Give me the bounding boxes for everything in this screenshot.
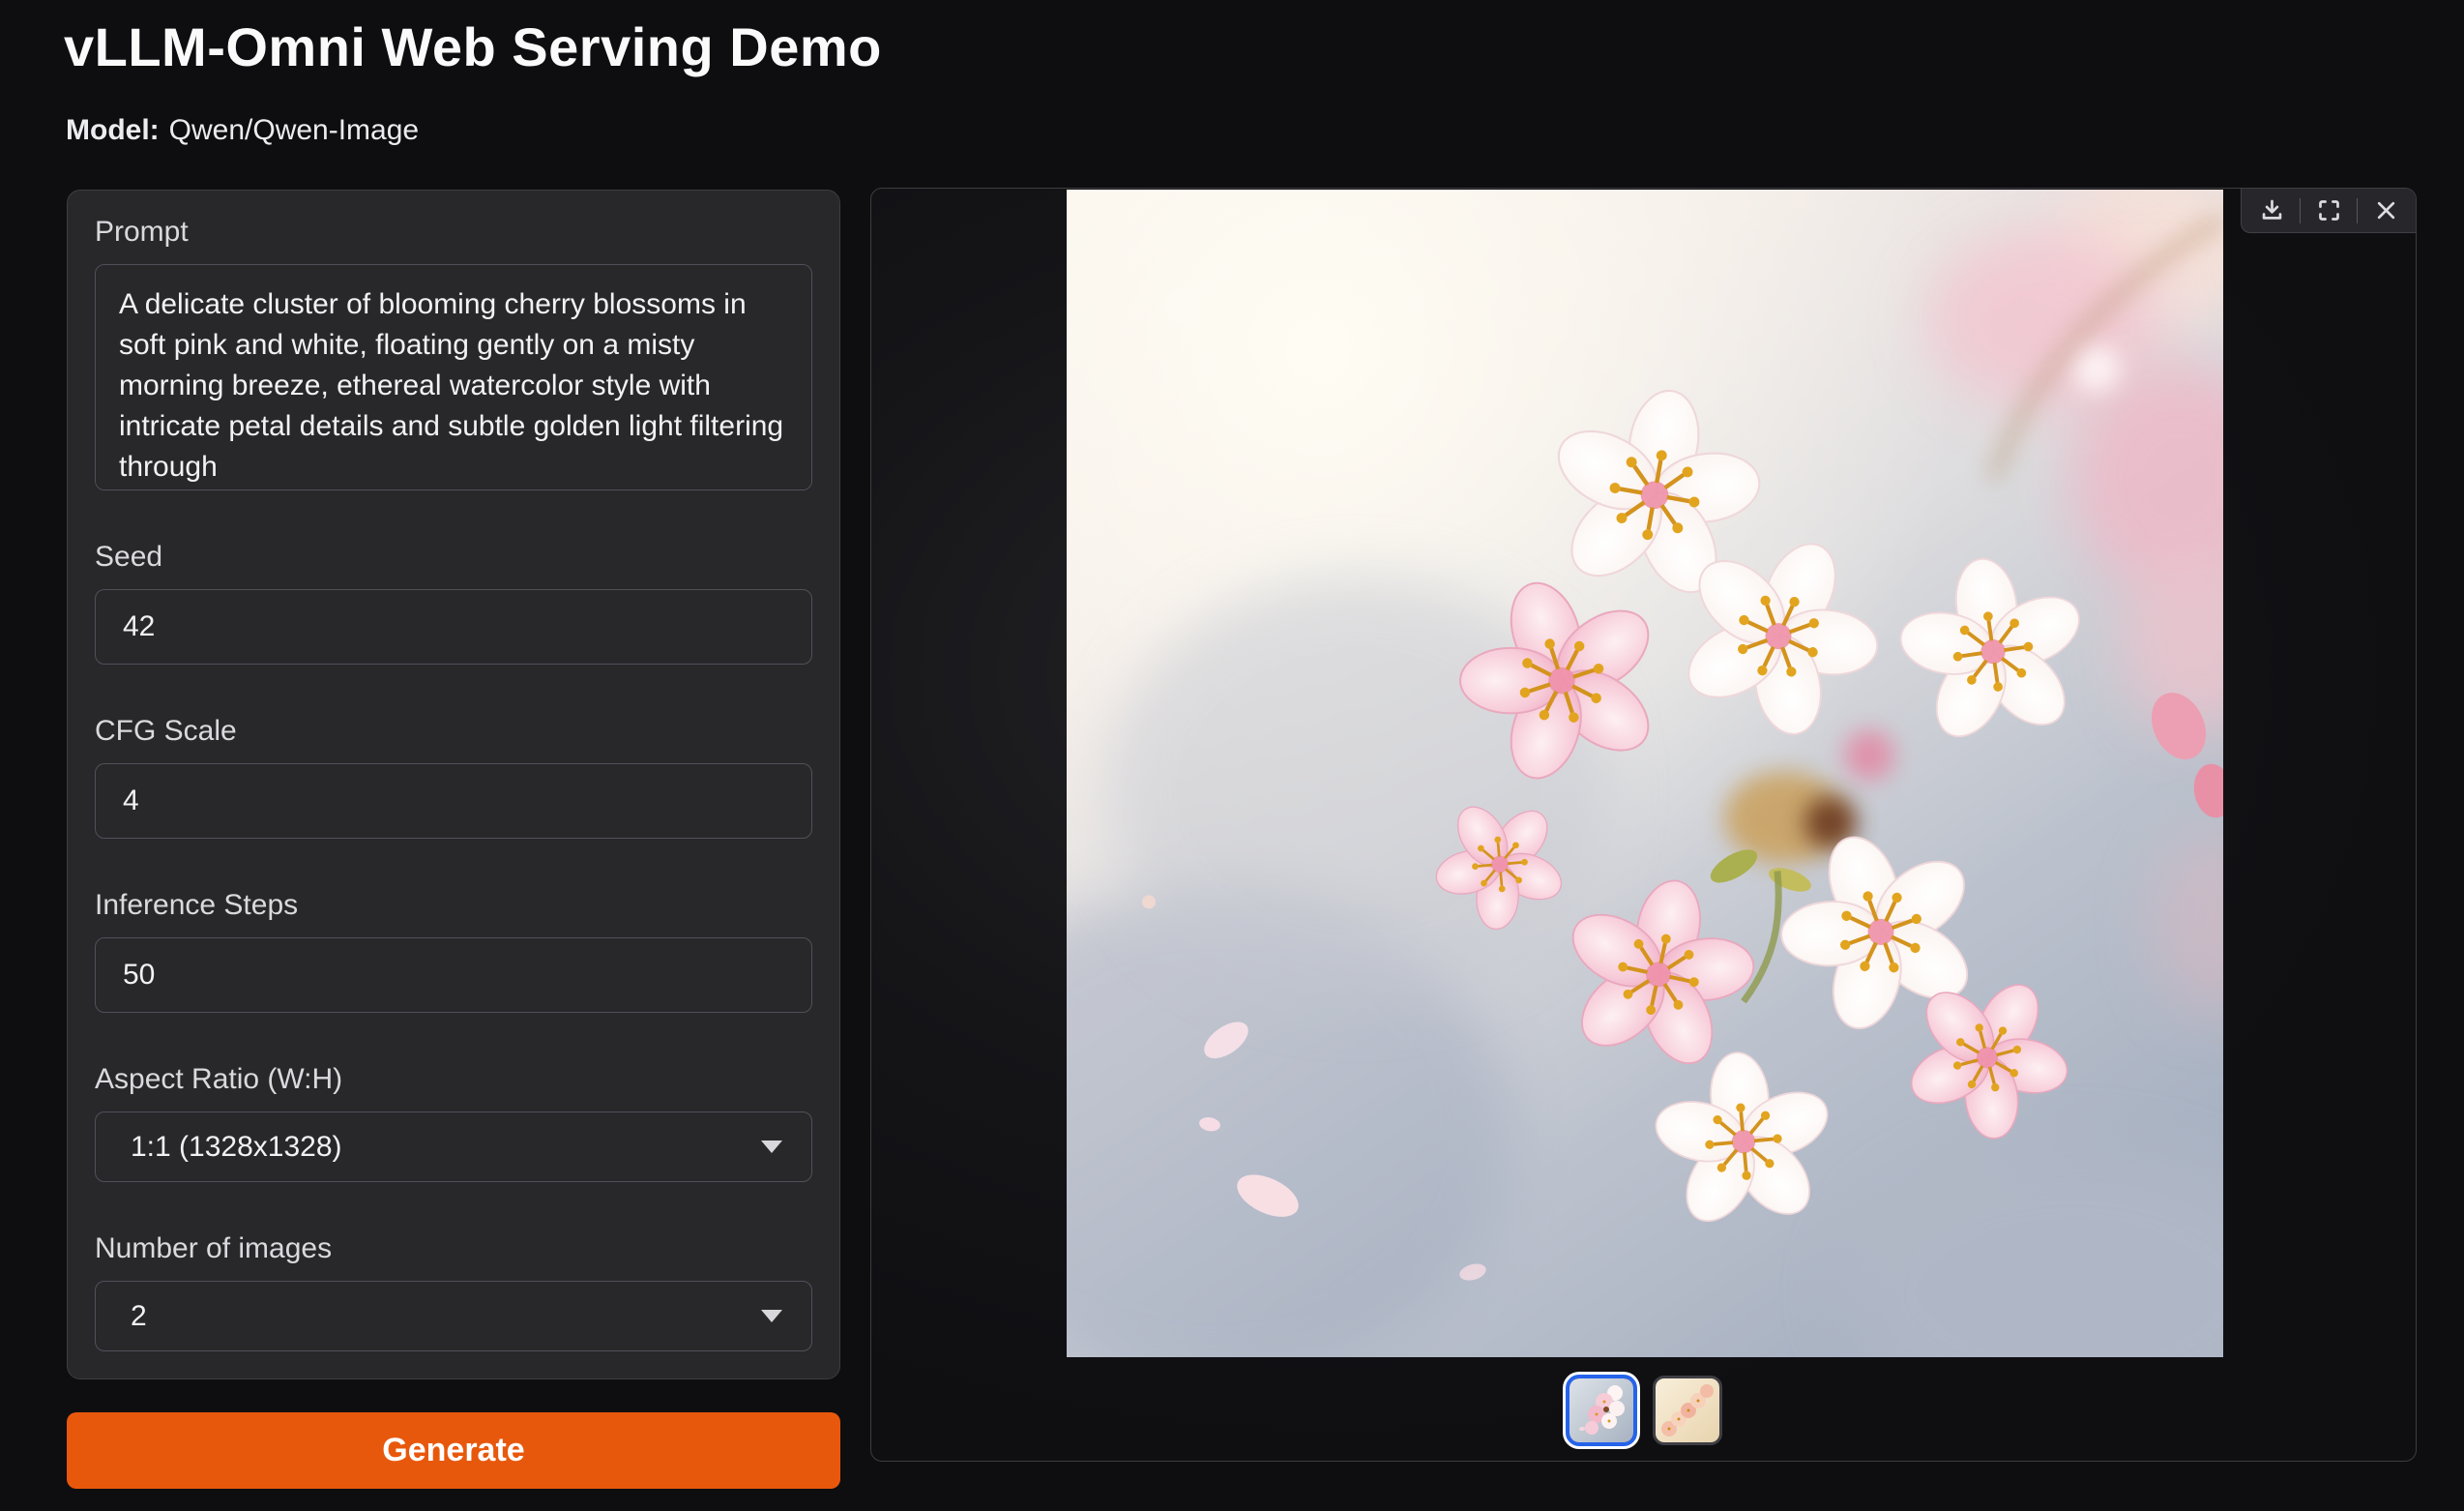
aspect-ratio-field: Aspect Ratio (W:H) 1:1 (1328x1328) bbox=[95, 1063, 812, 1182]
num-images-select[interactable]: 2 bbox=[95, 1281, 812, 1351]
num-images-value: 2 bbox=[131, 1300, 147, 1333]
close-icon bbox=[2373, 197, 2399, 223]
download-icon bbox=[2259, 197, 2285, 223]
toolbar-divider bbox=[2300, 198, 2301, 223]
close-button[interactable] bbox=[2363, 190, 2408, 232]
chevron-down-icon bbox=[761, 1310, 782, 1322]
thumbnail-strip bbox=[871, 1375, 2416, 1446]
seed-input[interactable] bbox=[95, 589, 812, 665]
generation-form-panel: Prompt A delicate cluster of blooming ch… bbox=[67, 190, 840, 1379]
seed-label: Seed bbox=[95, 541, 812, 574]
generate-button[interactable]: Generate bbox=[67, 1412, 840, 1489]
prompt-label: Prompt bbox=[95, 216, 812, 249]
cfg-scale-label: CFG Scale bbox=[95, 715, 812, 748]
num-images-field: Number of images 2 bbox=[95, 1232, 812, 1351]
toolbar-divider bbox=[2357, 198, 2358, 223]
page-title: vLLM-Omni Web Serving Demo bbox=[64, 15, 882, 78]
prompt-input[interactable]: A delicate cluster of blooming cherry bl… bbox=[95, 264, 812, 490]
aspect-ratio-label: Aspect Ratio (W:H) bbox=[95, 1063, 812, 1096]
app-window: vLLM-Omni Web Serving Demo Model: Qwen/Qw… bbox=[0, 0, 2464, 1511]
model-label: Model: bbox=[66, 114, 160, 146]
image-viewer-panel bbox=[870, 188, 2417, 1462]
inference-steps-field: Inference Steps bbox=[95, 889, 812, 1013]
download-button[interactable] bbox=[2249, 190, 2294, 232]
model-info: Model: Qwen/Qwen-Image bbox=[66, 114, 419, 147]
cfg-scale-field: CFG Scale bbox=[95, 715, 812, 839]
generated-image[interactable] bbox=[1067, 190, 2223, 1357]
num-images-label: Number of images bbox=[95, 1232, 812, 1265]
inference-steps-input[interactable] bbox=[95, 937, 812, 1013]
cfg-scale-input[interactable] bbox=[95, 763, 812, 839]
thumbnail-result-2[interactable] bbox=[1653, 1376, 1722, 1445]
image-toolbar bbox=[2241, 189, 2416, 233]
model-value: Qwen/Qwen-Image bbox=[169, 114, 419, 146]
thumbnail-result-1[interactable] bbox=[1566, 1375, 1637, 1446]
aspect-ratio-select[interactable]: 1:1 (1328x1328) bbox=[95, 1111, 812, 1182]
fullscreen-icon bbox=[2316, 197, 2342, 223]
seed-field: Seed bbox=[95, 541, 812, 665]
inference-steps-label: Inference Steps bbox=[95, 889, 812, 922]
aspect-ratio-value: 1:1 (1328x1328) bbox=[131, 1131, 342, 1164]
fullscreen-button[interactable] bbox=[2306, 190, 2351, 232]
chevron-down-icon bbox=[761, 1141, 782, 1153]
